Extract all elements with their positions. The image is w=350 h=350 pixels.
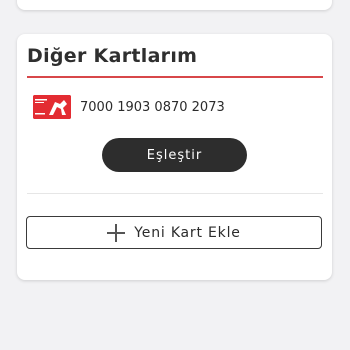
card-number: 7000 1903 0870 2073 <box>80 99 225 115</box>
card-list-item[interactable]: 7000 1903 0870 2073 <box>33 95 293 119</box>
add-new-card-button[interactable]: Yeni Kart Ekle <box>26 216 322 249</box>
add-new-card-label: Yeni Kart Ekle <box>134 224 241 241</box>
section-divider <box>27 193 323 194</box>
card-logo-icon <box>33 95 71 119</box>
pair-button[interactable]: Eşleştir <box>102 138 247 172</box>
other-cards-panel: Diğer Kartlarım 7000 1903 0870 2073 Eşle… <box>17 34 332 280</box>
plus-icon <box>107 223 126 242</box>
title-divider <box>27 76 323 78</box>
previous-card-fragment <box>17 0 332 10</box>
other-cards-title: Diğer Kartlarım <box>27 45 198 67</box>
